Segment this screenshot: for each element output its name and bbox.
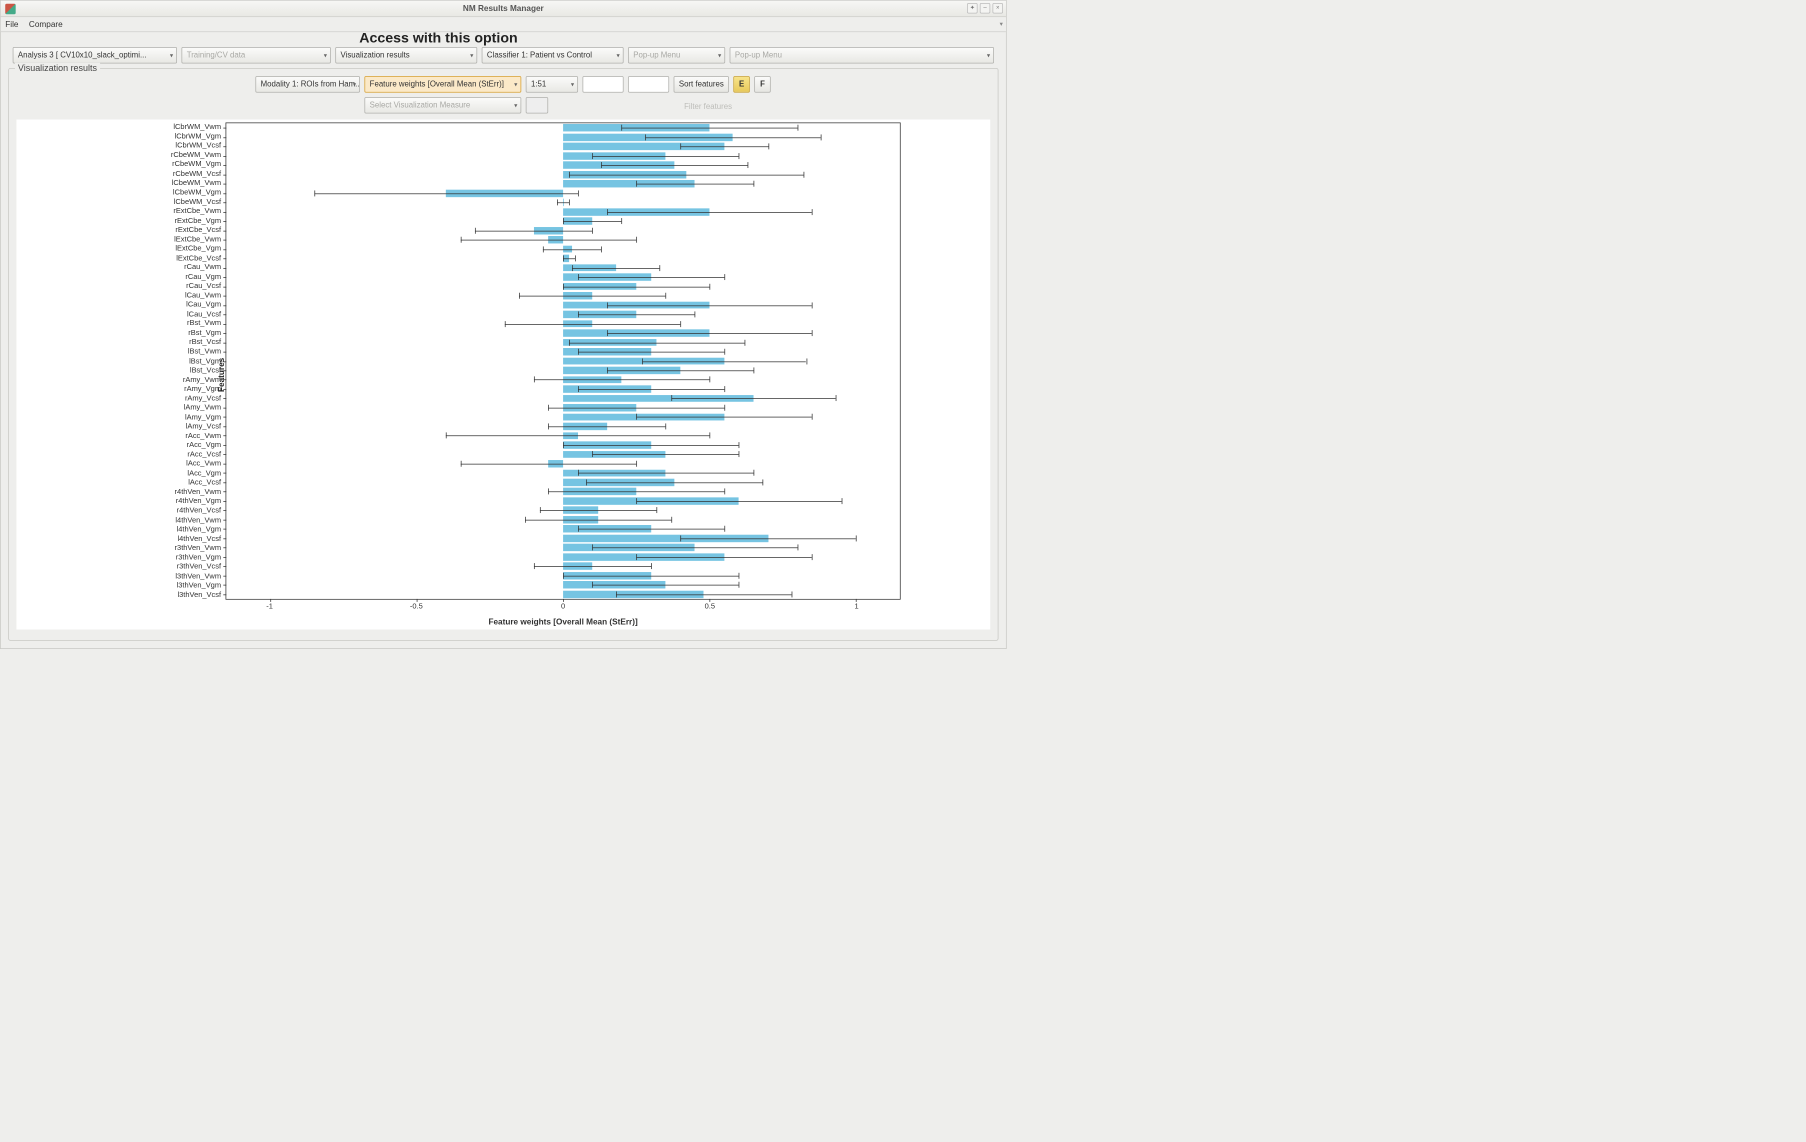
y-tick-label: r4thVen_Vcsf — [177, 507, 221, 515]
e-button[interactable]: E — [733, 76, 749, 92]
y-tick-label: rBst_Vwm — [187, 320, 221, 328]
x-tick-label: -1 — [266, 603, 273, 611]
close-icon[interactable]: × — [992, 3, 1002, 13]
y-tick-label: rAcc_Vcsf — [187, 451, 221, 459]
classifier-select-label: Classifier 1: Patient vs Control — [487, 51, 592, 60]
y-tick-label: rCbeWM_Vwm — [171, 151, 221, 159]
popup1-label: Pop-up Menu — [633, 51, 680, 60]
modality-label: Modality 1: ROIs from Ham... — [261, 80, 360, 89]
y-tick-label: r3thVen_Vgm — [176, 553, 221, 561]
y-tick-label: rCau_Vgm — [185, 273, 221, 281]
y-tick-label: lBst_Vwm — [188, 348, 221, 356]
y-tick-label: lCau_Vwm — [185, 291, 221, 299]
x-axis-title: Feature weights [Overall Mean (StErr)] — [226, 618, 901, 627]
y-tick-label: lCbrWM_Vgm — [175, 132, 221, 140]
menu-corner-icon[interactable]: ▾ — [1000, 20, 1003, 28]
y-tick-label: rAmy_Vcsf — [185, 394, 221, 402]
training-select[interactable]: Training/CV data — [181, 47, 330, 63]
vizmeasure-label: Select Visualization Measure — [370, 101, 471, 110]
viz-select-label: Visualization results — [341, 51, 410, 60]
y-tick-label: rCbeWM_Vcsf — [173, 170, 221, 178]
chart-plot — [226, 122, 901, 599]
y-tick-label: lAmy_Vgm — [185, 413, 221, 421]
y-tick-label: lCbeWM_Vgm — [173, 189, 221, 197]
sort-label: Sort features — [679, 80, 724, 89]
y-tick-label: lCbeWM_Vcsf — [174, 198, 221, 206]
modality-select[interactable]: Modality 1: ROIs from Ham... — [255, 76, 360, 92]
y-tick-label: rCau_Vcsf — [186, 282, 221, 290]
measure-select[interactable]: Feature weights [Overall Mean (StErr)] — [364, 76, 521, 92]
y-tick-label: l4thVen_Vgm — [177, 525, 221, 533]
y-tick-label: rExtCbe_Vwm — [173, 207, 221, 215]
y-tick-label: rAmy_Vgm — [184, 385, 221, 393]
y-tick-label: rAcc_Vgm — [187, 441, 221, 449]
vizmeasure-box — [526, 97, 548, 113]
y-tick-label: r4thVen_Vgm — [176, 497, 221, 505]
y-tick-label: l4thVen_Vwm — [175, 516, 221, 524]
y-tick-label: lAcc_Vwm — [186, 460, 221, 468]
y-tick-label: l3thVen_Vgm — [177, 582, 221, 590]
y-tick-label: lAmy_Vcsf — [186, 422, 221, 430]
y-tick-label: r4thVen_Vwm — [175, 488, 221, 496]
filter-label: Filter features — [684, 102, 732, 111]
analysis-select-label: Analysis 3 [ CV10x10_slack_optimi... — [18, 51, 147, 60]
x-tick-label: 0.5 — [705, 603, 715, 611]
banner-text: Access with this option — [359, 31, 517, 47]
y-tick-label: lAmy_Vwm — [184, 404, 221, 412]
y-tick-label: lAcc_Vgm — [187, 469, 221, 477]
x-tick-label: 0 — [561, 603, 565, 611]
min-icon[interactable]: – — [980, 3, 990, 13]
y-tick-label: l4thVen_Vcsf — [177, 535, 221, 543]
y-tick-label: lCau_Vgm — [186, 301, 221, 309]
range-select[interactable]: 1:51 — [526, 76, 578, 92]
sort-button[interactable]: Sort features — [674, 76, 729, 92]
panel-legend: Visualization results — [15, 63, 100, 73]
y-tick-label: lExtCbe_Vgm — [175, 245, 221, 253]
popup2-select[interactable]: Pop-up Menu — [730, 47, 994, 63]
training-select-label: Training/CV data — [187, 51, 246, 60]
y-tick-label: rBst_Vgm — [188, 329, 221, 337]
y-tick-label: lAcc_Vcsf — [188, 479, 221, 487]
y-tick-label: r3thVen_Vwm — [175, 544, 221, 552]
menu-file[interactable]: File — [5, 20, 18, 29]
x-tick-label: -0.5 — [410, 603, 423, 611]
y-tick-label: r3thVen_Vcsf — [177, 563, 221, 571]
minimize-icon[interactable]: ✦ — [967, 3, 977, 13]
f-button[interactable]: F — [754, 76, 770, 92]
y-tick-label: rExtCbe_Vcsf — [175, 226, 221, 234]
filter-input-1[interactable] — [583, 76, 624, 92]
viz-panel: Visualization results Modality 1: ROIs f… — [8, 68, 998, 641]
y-tick-label: lCau_Vcsf — [187, 310, 221, 318]
measure-label: Feature weights [Overall Mean (StErr)] — [370, 80, 504, 89]
popup1-select[interactable]: Pop-up Menu — [628, 47, 725, 63]
viz-select[interactable]: Visualization results — [335, 47, 477, 63]
y-tick-label: rAcc_Vwm — [185, 432, 221, 440]
y-tick-label: l3thVen_Vwm — [175, 572, 221, 580]
chart-area: Features lCbrWM_VwmlCbrWM_VgmlCbrWM_Vcsf… — [16, 119, 990, 629]
range-label: 1:51 — [531, 80, 546, 89]
y-tick-label: lCbrWM_Vwm — [173, 123, 221, 131]
y-tick-label: l3thVen_Vcsf — [177, 591, 221, 599]
y-tick-label: lBst_Vcsf — [190, 366, 221, 374]
y-tick-label: lCbrWM_Vcsf — [175, 142, 221, 150]
window-title: NM Results Manager — [1, 4, 1006, 13]
popup2-label: Pop-up Menu — [735, 51, 782, 60]
y-tick-label: rAmy_Vwm — [183, 376, 221, 384]
menu-compare[interactable]: Compare — [29, 20, 63, 29]
analysis-select[interactable]: Analysis 3 [ CV10x10_slack_optimi... — [13, 47, 177, 63]
x-tick-label: 1 — [855, 603, 859, 611]
y-tick-label: lExtCbe_Vwm — [174, 235, 221, 243]
y-tick-label: rBst_Vcsf — [189, 338, 221, 346]
y-tick-label: lCbeWM_Vwm — [172, 179, 221, 187]
y-tick-label: rCbeWM_Vgm — [172, 160, 221, 168]
filter-input-2[interactable] — [628, 76, 669, 92]
y-tick-label: lExtCbe_Vcsf — [176, 254, 221, 262]
vizmeasure-select[interactable]: Select Visualization Measure — [364, 97, 521, 113]
y-tick-label: rExtCbe_Vgm — [175, 217, 221, 225]
y-tick-label: lBst_Vgm — [189, 357, 221, 365]
titlebar: NM Results Manager ✦ – × — [1, 1, 1006, 17]
classifier-select[interactable]: Classifier 1: Patient vs Control — [482, 47, 624, 63]
y-tick-label: rCau_Vwm — [184, 263, 221, 271]
